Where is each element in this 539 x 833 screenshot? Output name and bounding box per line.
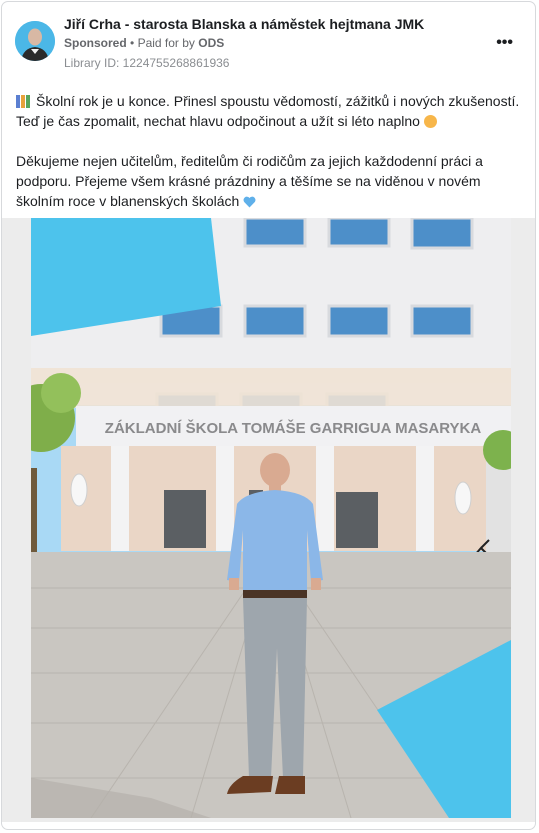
school-sign: ZÁKLADNÍ ŠKOLA TOMÁŠE GARRIGUA MASARYKA [105,419,482,437]
author-name[interactable]: Jiří Crha - starosta Blanska a náměstek … [64,16,424,32]
author-avatar[interactable] [15,21,55,61]
books-icon [16,95,30,108]
post-paragraph-1: Školní rok je u konce. Přinesl spoustu v… [16,91,528,131]
post-text-1: Školní rok je u konce. Přinesl spoustu v… [16,93,520,129]
meta-separator: • [130,36,135,50]
ad-post-card: Jiří Crha - starosta Blanska a náměstek … [1,1,536,830]
advertiser-name[interactable]: ODS [198,36,224,50]
ad-meta: Sponsored • Paid for by ODS [64,36,224,50]
library-id: Library ID: 1224755268861936 [64,56,230,70]
more-options-icon[interactable]: ••• [496,34,513,52]
avatar-portrait-icon [15,21,55,61]
school-photo-illustration: ZÁKLADNÍ ŠKOLA TOMÁŠE GARRIGUA MASARYKA [31,218,511,818]
paid-for-label: Paid for by [137,36,195,50]
school-photo[interactable]: ZÁKLADNÍ ŠKOLA TOMÁŠE GARRIGUA MASARYKA [31,218,511,818]
sponsored-label: Sponsored [64,36,127,50]
sun-emoji-icon [423,115,437,128]
post-body: Školní rok je u konce. Přinesl spoustu v… [16,91,528,213]
post-paragraph-2: Děkujeme nejen učitelům, ředitelům či ro… [16,151,528,213]
post-media[interactable]: ZÁKLADNÍ ŠKOLA TOMÁŠE GARRIGUA MASARYKA [2,218,535,822]
blue-heart-icon [243,193,256,213]
